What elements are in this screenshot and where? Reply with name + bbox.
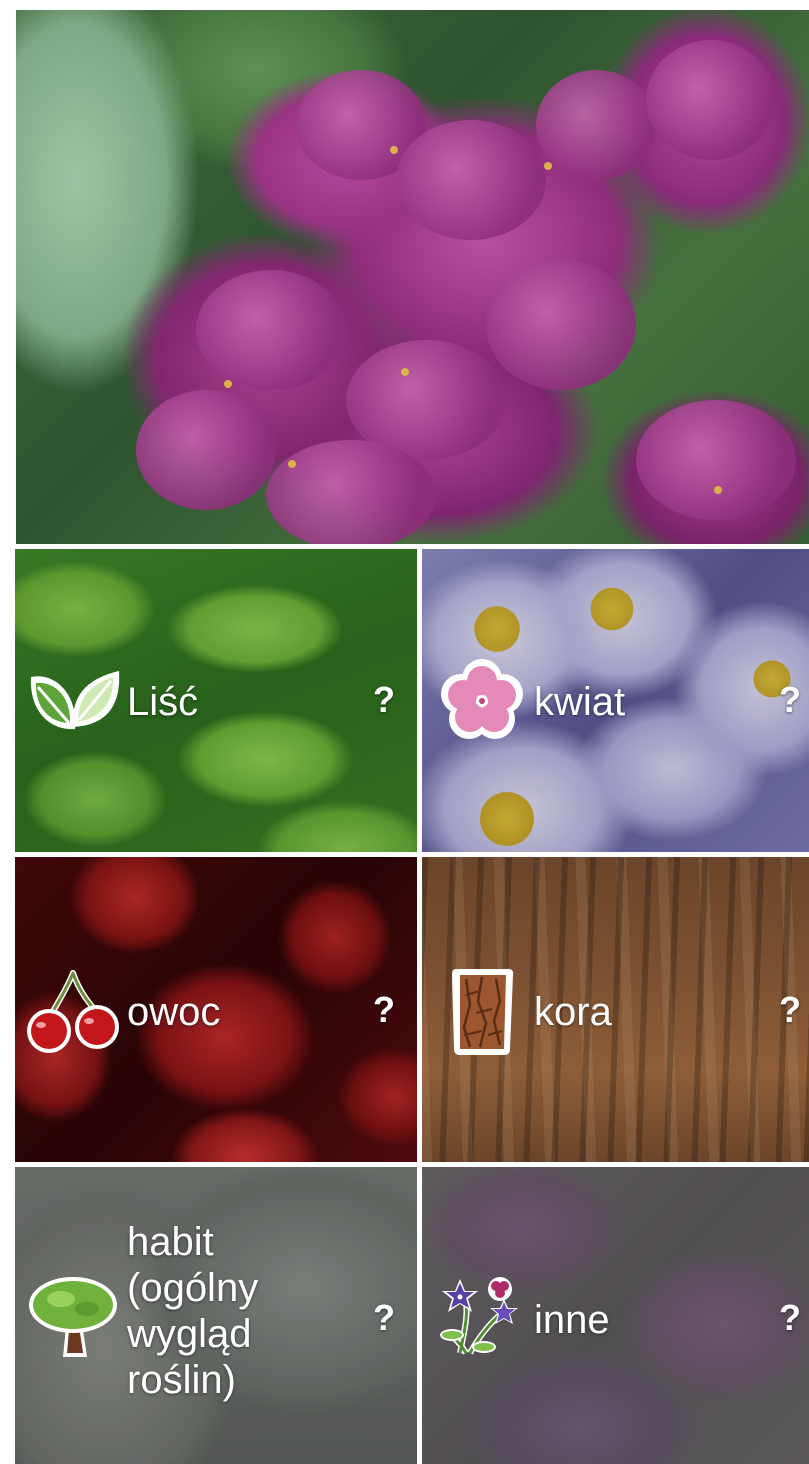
tree-icon bbox=[29, 1277, 117, 1357]
hero-petal bbox=[136, 390, 276, 510]
help-button[interactable]: ? bbox=[779, 989, 801, 1031]
bark-icon bbox=[452, 969, 514, 1055]
help-button[interactable]: ? bbox=[373, 989, 395, 1031]
hero-flower-center bbox=[714, 486, 722, 494]
category-tile-leaf[interactable]: Liść ? bbox=[15, 549, 417, 852]
wildflowers-icon bbox=[440, 1277, 518, 1355]
category-tile-other[interactable]: inne ? bbox=[422, 1167, 809, 1464]
tile-label: kwiat bbox=[534, 680, 626, 724]
hero-petal bbox=[646, 40, 776, 160]
category-tile-habit[interactable]: habit (ogólny wygląd roślin) ? bbox=[15, 1167, 417, 1464]
hero-photo bbox=[16, 10, 809, 544]
hero-flower-center bbox=[544, 162, 552, 170]
category-tile-fruit[interactable]: owoc ? bbox=[15, 857, 417, 1162]
tile-label: Liść bbox=[127, 680, 199, 724]
tile-label: kora bbox=[534, 990, 612, 1034]
hero-flower-center bbox=[390, 146, 398, 154]
hero-petal bbox=[486, 260, 636, 390]
tile-label: habit (ogólny wygląd roślin) bbox=[127, 1220, 259, 1402]
hero-petal bbox=[396, 120, 546, 240]
hero-flower-center bbox=[288, 460, 296, 468]
help-button[interactable]: ? bbox=[373, 1297, 395, 1339]
tile-label: inne bbox=[534, 1298, 610, 1342]
help-button[interactable]: ? bbox=[373, 679, 395, 721]
help-button[interactable]: ? bbox=[779, 1297, 801, 1339]
help-button[interactable]: ? bbox=[779, 679, 801, 721]
hero-petal bbox=[536, 70, 656, 180]
category-tile-bark[interactable]: kora ? bbox=[422, 857, 809, 1162]
hero-flower-center bbox=[401, 368, 409, 376]
hero-flower-center bbox=[224, 380, 232, 388]
hero-petal bbox=[636, 400, 796, 520]
cherry-icon bbox=[27, 970, 119, 1053]
hero-petal bbox=[196, 270, 346, 390]
tile-label: owoc bbox=[127, 990, 221, 1034]
leaf-icon bbox=[30, 671, 120, 730]
category-tile-flower[interactable]: kwiat ? bbox=[422, 549, 809, 852]
flower-icon bbox=[441, 659, 523, 739]
hero-petal bbox=[266, 440, 436, 544]
